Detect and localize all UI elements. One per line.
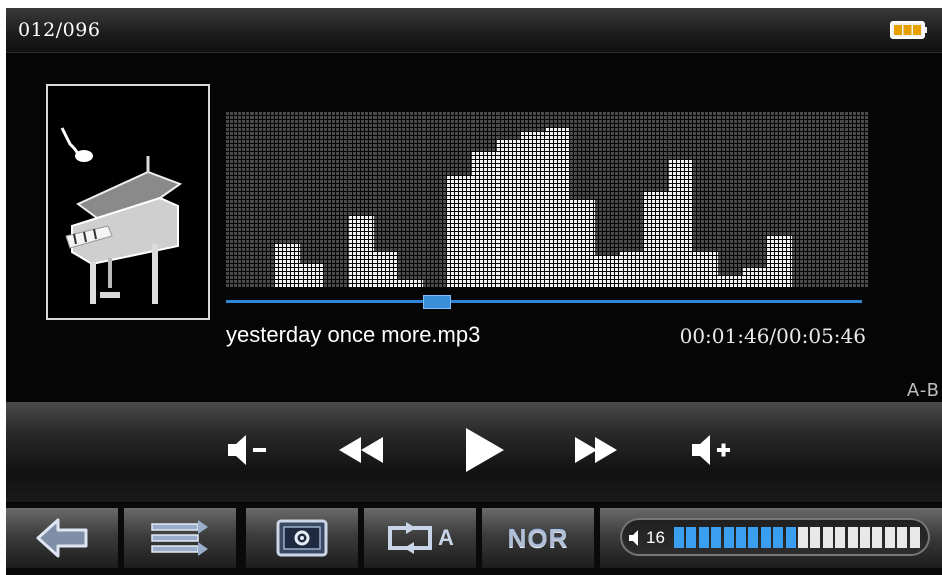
volume-segment — [798, 527, 808, 548]
time-display: 00:01:46/00:05:46 — [679, 324, 866, 348]
volume-down-button[interactable] — [218, 424, 278, 476]
spectrum-column — [841, 112, 869, 288]
volume-panel[interactable]: 16 — [600, 508, 942, 568]
fast-forward-button[interactable] — [566, 424, 626, 476]
playback-controls — [6, 402, 942, 502]
player-screen: 012/096 yesterday once more.mp3 00:01:46… — [6, 8, 942, 575]
volume-segment — [872, 527, 883, 548]
spectrum-visualizer — [226, 112, 869, 288]
speaker-icon — [629, 530, 638, 546]
volume-up-icon — [692, 435, 730, 465]
volume-segment — [835, 527, 846, 548]
volume-segment — [773, 527, 784, 548]
progress-handle[interactable] — [422, 295, 451, 309]
volume-segment — [897, 527, 908, 548]
progress-bar[interactable] — [226, 295, 862, 309]
volume-segment — [822, 527, 833, 548]
volume-segment — [785, 527, 796, 548]
volume-segment — [810, 527, 821, 548]
volume-up-button[interactable] — [682, 424, 742, 476]
volume-segment — [860, 527, 870, 548]
volume-slider[interactable]: 16 — [620, 518, 930, 556]
rewind-button[interactable] — [332, 424, 392, 476]
volume-segment — [748, 527, 759, 548]
volume-segment — [736, 527, 746, 548]
repeat-mode-button[interactable]: A — [364, 508, 478, 568]
volume-segment — [847, 527, 858, 548]
screen-settings-button[interactable] — [246, 508, 360, 568]
bottom-toolbar: A NOR 16 — [6, 504, 942, 575]
volume-segment — [723, 527, 734, 548]
back-arrow-icon — [36, 518, 88, 558]
fast-forward-icon — [575, 437, 617, 463]
equalizer-button[interactable]: NOR — [482, 508, 596, 568]
rewind-icon — [339, 437, 383, 463]
volume-segment — [686, 527, 697, 548]
piano-music-note-icon — [60, 127, 183, 304]
volume-segment — [698, 527, 709, 548]
repeat-icon — [388, 522, 433, 554]
volume-segment — [674, 527, 684, 548]
volume-level: 16 — [646, 528, 665, 547]
playlist-icon — [151, 520, 208, 556]
volume-segment — [711, 527, 722, 548]
back-button[interactable] — [6, 508, 120, 568]
repeat-mode-label: A — [438, 525, 454, 550]
screen-settings-icon — [276, 519, 328, 557]
status-bar: 012/096 — [6, 8, 942, 53]
ab-repeat-label[interactable]: A-B — [907, 380, 940, 401]
volume-down-icon — [228, 435, 266, 465]
volume-segment — [760, 527, 771, 548]
play-button[interactable] — [454, 424, 514, 476]
battery-full-icon — [890, 21, 927, 39]
play-icon — [466, 428, 504, 472]
playlist-button[interactable] — [124, 508, 238, 568]
song-title: yesterday once more.mp3 — [226, 322, 481, 347]
album-art — [46, 84, 210, 320]
track-counter: 012/096 — [18, 19, 101, 41]
equalizer-mode-label: NOR — [507, 522, 569, 553]
volume-segment — [909, 527, 920, 548]
volume-segment — [884, 527, 895, 548]
